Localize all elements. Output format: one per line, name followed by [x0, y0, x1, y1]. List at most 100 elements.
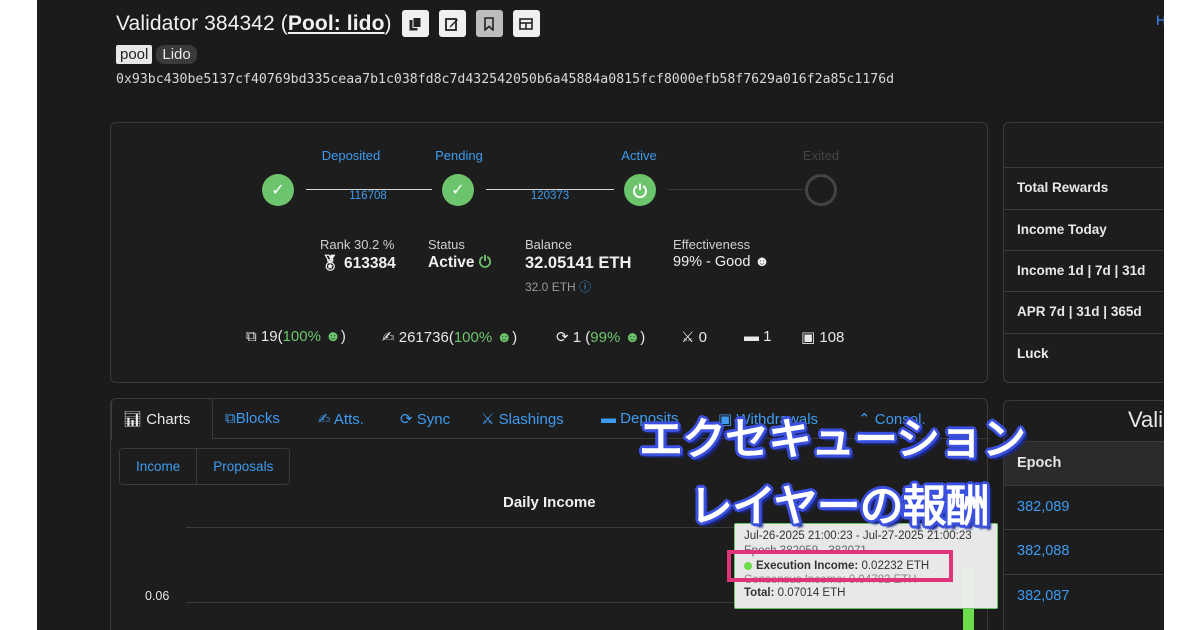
epoch-row[interactable]: 382,088 — [1004, 529, 1164, 574]
epoch-row[interactable]: 382,087 — [1004, 574, 1164, 619]
validator-history-card: Vali Epoch 382,089 382,088 382,087 — [1003, 400, 1164, 630]
pending-check-icon: ✓ — [442, 174, 474, 206]
apr-periods-row: APR 7d | 31d | 365d — [1004, 291, 1164, 332]
tag-list: pool Lido — [116, 45, 197, 64]
deposit-epoch-link[interactable]: 116708 — [323, 190, 413, 202]
smile-icon: ☻ — [624, 329, 641, 346]
pool-link[interactable]: Pool: lido — [288, 12, 385, 35]
edit-icon[interactable] — [438, 10, 466, 37]
total-rewards-row: Total Rewards — [1004, 167, 1164, 208]
title-row: Validator 384342 (Pool: lido) — [116, 10, 540, 37]
total-value: 0.07014 ETH — [777, 587, 846, 599]
activation-epoch-link[interactable]: 120373 — [505, 190, 595, 202]
chart-subtabs: Income Proposals — [119, 448, 291, 485]
attestations-count: 261736 — [398, 329, 449, 346]
tab-blocks-label: Blocks — [235, 410, 280, 427]
effectiveness-stat: Effectiveness 99% - Good ☻ — [673, 237, 770, 270]
table-icon[interactable] — [512, 10, 540, 37]
tab-sync-label: Sync — [416, 411, 451, 428]
total-label: Total: — [744, 587, 775, 599]
y-tick-label: 0.06 — [145, 589, 170, 603]
tag-pool: pool — [116, 45, 153, 64]
tag-lido[interactable]: Lido — [156, 45, 197, 64]
exited-circle-icon — [805, 174, 837, 206]
subtab-proposals[interactable]: Proposals — [197, 449, 289, 484]
title-suffix: ) — [384, 11, 392, 35]
sync-count: 1 — [572, 329, 582, 346]
page-title: Validator 384342 (Pool: lido) — [116, 12, 392, 36]
tab-attestations[interactable]: ✍ Atts. — [318, 410, 364, 428]
rank-value[interactable]: 🏅︎ 613384 — [320, 254, 396, 273]
tab-charts[interactable]: 📊︎ Charts — [123, 410, 190, 428]
power-icon: ⏻ — [478, 254, 492, 271]
cubes-icon: ⧉ — [225, 410, 236, 427]
user-slash-icon: ⚔ — [681, 329, 695, 346]
rank-number: 613384 — [344, 255, 396, 272]
header-right-link[interactable]: H — [1156, 12, 1164, 28]
status-label: Status — [428, 237, 465, 252]
tab-blocks[interactable]: ⧉Blocks — [225, 410, 280, 427]
chart-icon: 📊︎ — [123, 411, 143, 428]
income-periods-row: Income 1d | 7d | 31d — [1004, 250, 1164, 291]
attestations-stat[interactable]: ✍ 261736(100% ☻) — [382, 328, 517, 346]
status-stat: Status Active ⏻ — [428, 237, 491, 272]
sync-icon: ⟳ — [400, 411, 413, 428]
epoch-row[interactable]: 382,089 — [1004, 485, 1164, 530]
effectiveness-value: 99% - Good ☻ — [673, 254, 770, 270]
caption-line-1: エクセキューション — [639, 414, 1026, 465]
stage-label-deposited: Deposited — [321, 148, 381, 163]
smile-icon: ☻ — [496, 329, 513, 346]
stage-label-active: Active — [621, 148, 657, 163]
attestations-pct: 100% — [453, 329, 493, 346]
tab-slashings[interactable]: ⚔ Slashings — [481, 410, 564, 428]
income-summary-card: Total Rewards Income Today Income 1d | 7… — [1003, 122, 1164, 383]
deposits-count: 1 — [763, 328, 772, 345]
validator-page: Validator 384342 (Pool: lido) H pool Lid… — [37, 0, 1164, 630]
withdrawals-stat[interactable]: ▣ 108 — [801, 328, 844, 346]
sync-icon: ⟳ — [556, 329, 569, 346]
tab-sync[interactable]: ⟳ Sync — [400, 410, 450, 428]
proposals-stat[interactable]: ⧉ 19(100% ☻) — [246, 328, 346, 345]
stage-label-exited: Exited — [802, 148, 840, 163]
balance-effective: 32.0 ETH — [525, 280, 576, 294]
deposited-check-icon: ✓ — [262, 174, 294, 206]
signature-icon: ✍ — [382, 329, 395, 346]
chart-title: Daily Income — [503, 494, 596, 511]
status-text: Active — [428, 254, 475, 271]
balance-label: Balance — [525, 237, 572, 252]
slashings-count: 0 — [698, 329, 707, 346]
balance-sub: 32.0 ETH ⓘ — [525, 278, 631, 295]
balance-stat: Balance 32.05141 ETH 32.0 ETH ⓘ — [525, 237, 631, 295]
proposals-pct: 100% — [282, 328, 321, 345]
copy-icon[interactable] — [401, 10, 429, 37]
bookmark-icon[interactable] — [475, 10, 503, 37]
tab-slashings-label: Slashings — [498, 411, 564, 428]
cubes-icon: ⧉ — [246, 328, 257, 345]
wallet-icon: ▬ — [744, 328, 759, 345]
balance-value: 32.05141 ETH — [525, 254, 632, 272]
rank-stat: Rank 30.2 % 🏅︎ 613384 — [320, 237, 396, 273]
epoch-column-header: Epoch — [1004, 441, 1164, 485]
caption-line-2: レイヤーの報酬 — [689, 481, 990, 532]
slashings-stat[interactable]: ⚔ 0 — [681, 328, 707, 346]
effectiveness-label: Effectiveness — [673, 237, 751, 252]
history-title: Vali — [1128, 407, 1164, 432]
sync-stat[interactable]: ⟳ 1 (99% ☻) — [556, 328, 645, 346]
tab-attestations-label: Atts. — [333, 411, 364, 428]
rank-label: Rank 30.2 % — [320, 237, 395, 252]
proposals-count: 19 — [260, 328, 278, 345]
active-power-icon — [624, 174, 656, 206]
withdrawals-count: 108 — [819, 329, 845, 346]
income-today-row: Income Today — [1004, 209, 1164, 250]
deposits-stat[interactable]: ▬ 1 — [744, 328, 772, 345]
smile-icon: ☻ — [754, 254, 770, 270]
subtab-income[interactable]: Income — [120, 449, 198, 484]
sync-pct: 99% — [590, 329, 621, 346]
validator-pubkey: 0x93bc430be5137cf40769bd335ceaa7b1c038fd… — [116, 72, 895, 87]
medal-icon: 🏅︎ — [320, 255, 340, 272]
help-icon[interactable]: ⓘ — [579, 280, 591, 294]
effectiveness-text: 99% - Good — [673, 254, 751, 270]
title-prefix: Validator 384342 ( — [116, 11, 288, 35]
highlight-box — [727, 550, 953, 582]
user-slash-icon: ⚔ — [481, 411, 495, 428]
